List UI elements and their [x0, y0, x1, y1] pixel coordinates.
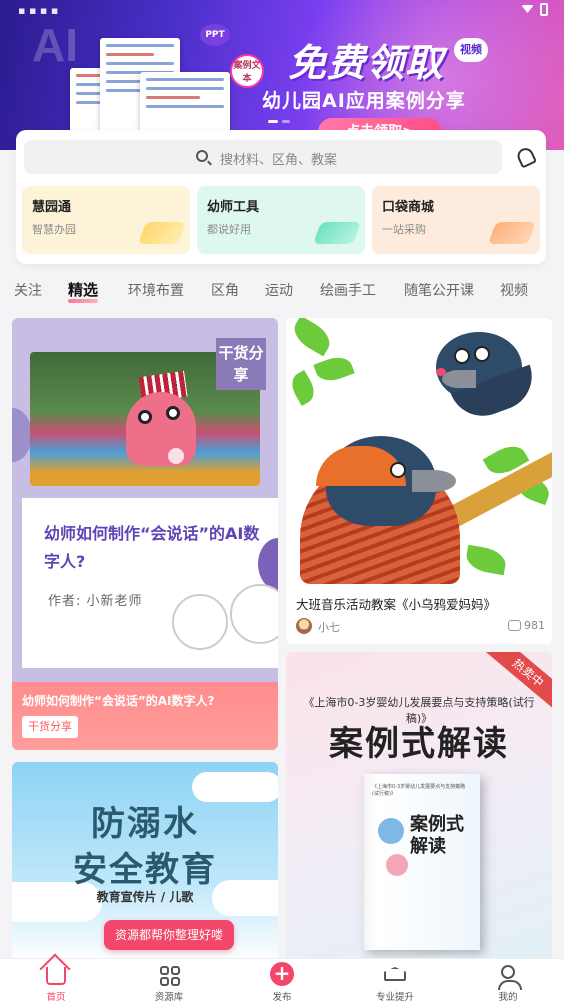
glasses-decoration: [230, 584, 278, 644]
card-subheadline: 教育宣传片 / 儿歌: [96, 890, 194, 904]
book-small-title: 《上海市0-3岁婴幼儿发展要点与支持策略(试行稿)》: [372, 784, 466, 797]
shortcut-decoration: [312, 222, 362, 244]
crow-cheek: [436, 368, 446, 376]
grid-icon: [160, 966, 180, 986]
card-question: 幼师如何制作“会说话”的AI数字人?: [44, 524, 260, 571]
child-illustration: [378, 818, 404, 844]
banner-title: 免费领取: [288, 40, 445, 85]
banner-subtitle: 幼儿园AI应用案例分享: [262, 90, 466, 112]
nav-mine[interactable]: 我的: [463, 959, 553, 1004]
comment-count: 981: [524, 619, 545, 632]
tab-corner[interactable]: 区角: [211, 280, 239, 300]
shortcut-title: 慧园通: [32, 200, 72, 215]
crow-illustration: [286, 318, 552, 584]
book-cover: 《上海市0-3岁婴幼儿发展要点与支持策略(试行稿)》 案例式解读: [364, 774, 480, 950]
tab-environment[interactable]: 环境布置: [128, 280, 184, 300]
avatar[interactable]: [296, 618, 312, 634]
case-text-badge: 案例文本: [230, 54, 264, 88]
pink-monster-figure: [126, 392, 196, 466]
glasses-decoration: [172, 594, 228, 650]
shortcut-decoration: [137, 222, 187, 244]
leaf: [286, 370, 320, 406]
tab-drawing-craft[interactable]: 绘画手工: [320, 280, 376, 300]
leaf: [288, 318, 336, 357]
nav-label: 首页: [46, 992, 66, 1003]
card-footer-title: 幼师如何制作“会说话”的AI数字人?: [22, 694, 215, 708]
card-headline-line1: 防溺水: [91, 804, 199, 844]
card-headline-line2: 安全教育: [73, 850, 217, 890]
resources-pill[interactable]: 资源都帮你整理好喽: [104, 920, 234, 950]
shortcut-title: 口袋商城: [382, 200, 435, 215]
user-icon: [498, 965, 522, 990]
card-headline: 案例式解读: [329, 724, 509, 764]
tab-essay-open-class[interactable]: 随笔公开课: [404, 280, 474, 300]
crow-eye: [390, 462, 406, 478]
shortcut-decoration: [487, 222, 537, 244]
book-title: 案例式解读: [410, 814, 464, 857]
status-bar: ▪ ▪ ▪ ▪: [0, 0, 564, 22]
search-bar[interactable]: 搜材料、区角、教案: [24, 140, 502, 174]
tab-video[interactable]: 视频: [500, 280, 528, 300]
card-footer: 幼师如何制作“会说话”的AI数字人? 干货分享: [12, 682, 278, 750]
monster-eye: [138, 410, 152, 424]
crow-eye: [474, 346, 490, 362]
bottom-navigation: 首页 资源库 + 发布 专业提升 我的: [0, 958, 564, 1004]
shortcut-title: 幼师工具: [207, 200, 260, 215]
search-shortcut-card: 搜材料、区角、教案 慧园通 智慧办园 幼师工具 都说好用 口袋商城 一站采购: [16, 130, 546, 264]
app-home-screen: ▪ ▪ ▪ ▪ AI PPT 案例文本 免费领取 视频 幼儿园AI应用案例分享 …: [0, 0, 564, 1004]
dry-goods-badge: 干货分享: [216, 338, 266, 390]
nav-resource-library[interactable]: 资源库: [124, 959, 214, 1004]
decorative-shape: [12, 408, 32, 462]
card-text-panel: 幼师如何制作“会说话”的AI数字人? 作者: 小新老师: [22, 498, 278, 668]
shortcut-huiyuantong[interactable]: 慧园通 智慧办园: [22, 186, 190, 254]
nav-label: 发布: [272, 992, 292, 1003]
nav-label: 专业提升: [375, 992, 414, 1003]
nav-home[interactable]: 首页: [11, 959, 101, 1004]
nav-label: 资源库: [154, 992, 184, 1003]
shortcut-teacher-tools[interactable]: 幼师工具 都说好用: [197, 186, 365, 254]
card-tag[interactable]: 干货分享: [22, 716, 78, 738]
battery-icon: [540, 3, 548, 16]
ppt-badge: PPT: [200, 24, 230, 46]
shortcut-pocket-mall[interactable]: 口袋商城 一站采购: [372, 186, 540, 254]
carousel-indicator: [268, 120, 290, 123]
wifi-icon: [521, 5, 534, 13]
tab-featured[interactable]: 精选: [68, 279, 99, 303]
child-illustration: [386, 854, 408, 876]
feed-card-crow-lesson[interactable]: 大班音乐活动教案《小乌鸦爱妈妈》 小七 981: [286, 318, 552, 644]
monster-eye: [166, 406, 180, 420]
card-title: 大班音乐活动教案《小乌鸦爱妈妈》: [296, 597, 497, 612]
plus-icon: +: [270, 962, 294, 986]
leaf: [464, 544, 508, 576]
nav-publish[interactable]: + 发布: [237, 959, 327, 1004]
crow-beak: [412, 470, 456, 492]
search-icon: [196, 150, 208, 162]
tab-follow[interactable]: 关注: [14, 280, 42, 300]
status-time-icons: ▪ ▪ ▪ ▪: [18, 4, 59, 17]
feed-card-ai-digital-human[interactable]: 干货分享 幼师如何制作“会说话”的AI数字人? 作者: 小新老师 幼师如何制作“…: [12, 318, 278, 750]
notification-bell-icon[interactable]: [514, 145, 538, 169]
feed-card-book-case-reading[interactable]: 热卖中 《上海市0-3岁婴幼儿发展要点与支持策略(试行稿)》 案例式解读 《上海…: [286, 652, 552, 962]
card-author[interactable]: 小七: [318, 619, 340, 635]
video-badge: 视频: [454, 38, 488, 62]
nav-professional-growth[interactable]: 专业提升: [350, 959, 440, 1004]
leaf: [313, 352, 355, 386]
play-icon: [168, 448, 184, 464]
comment-icon: [508, 620, 521, 631]
search-placeholder: 搜材料、区角、教案: [220, 153, 338, 168]
promo-banner[interactable]: ▪ ▪ ▪ ▪ AI PPT 案例文本 免费领取 视频 幼儿园AI应用案例分享 …: [0, 0, 564, 150]
crow-beak: [442, 370, 476, 388]
feed-card-drowning-safety[interactable]: 防溺水 安全教育 教育宣传片 / 儿歌 资源都帮你整理好喽: [12, 762, 278, 962]
nav-label: 我的: [498, 992, 518, 1003]
crow-eye: [454, 348, 470, 364]
graduation-cap-icon: [384, 967, 406, 981]
category-tabs: 关注 精选 环境布置 区角 运动 绘画手工 随笔公开课 视频: [0, 272, 564, 308]
home-icon: [46, 967, 66, 985]
tab-sports[interactable]: 运动: [265, 280, 293, 300]
card-author: 作者: 小新老师: [48, 594, 143, 609]
